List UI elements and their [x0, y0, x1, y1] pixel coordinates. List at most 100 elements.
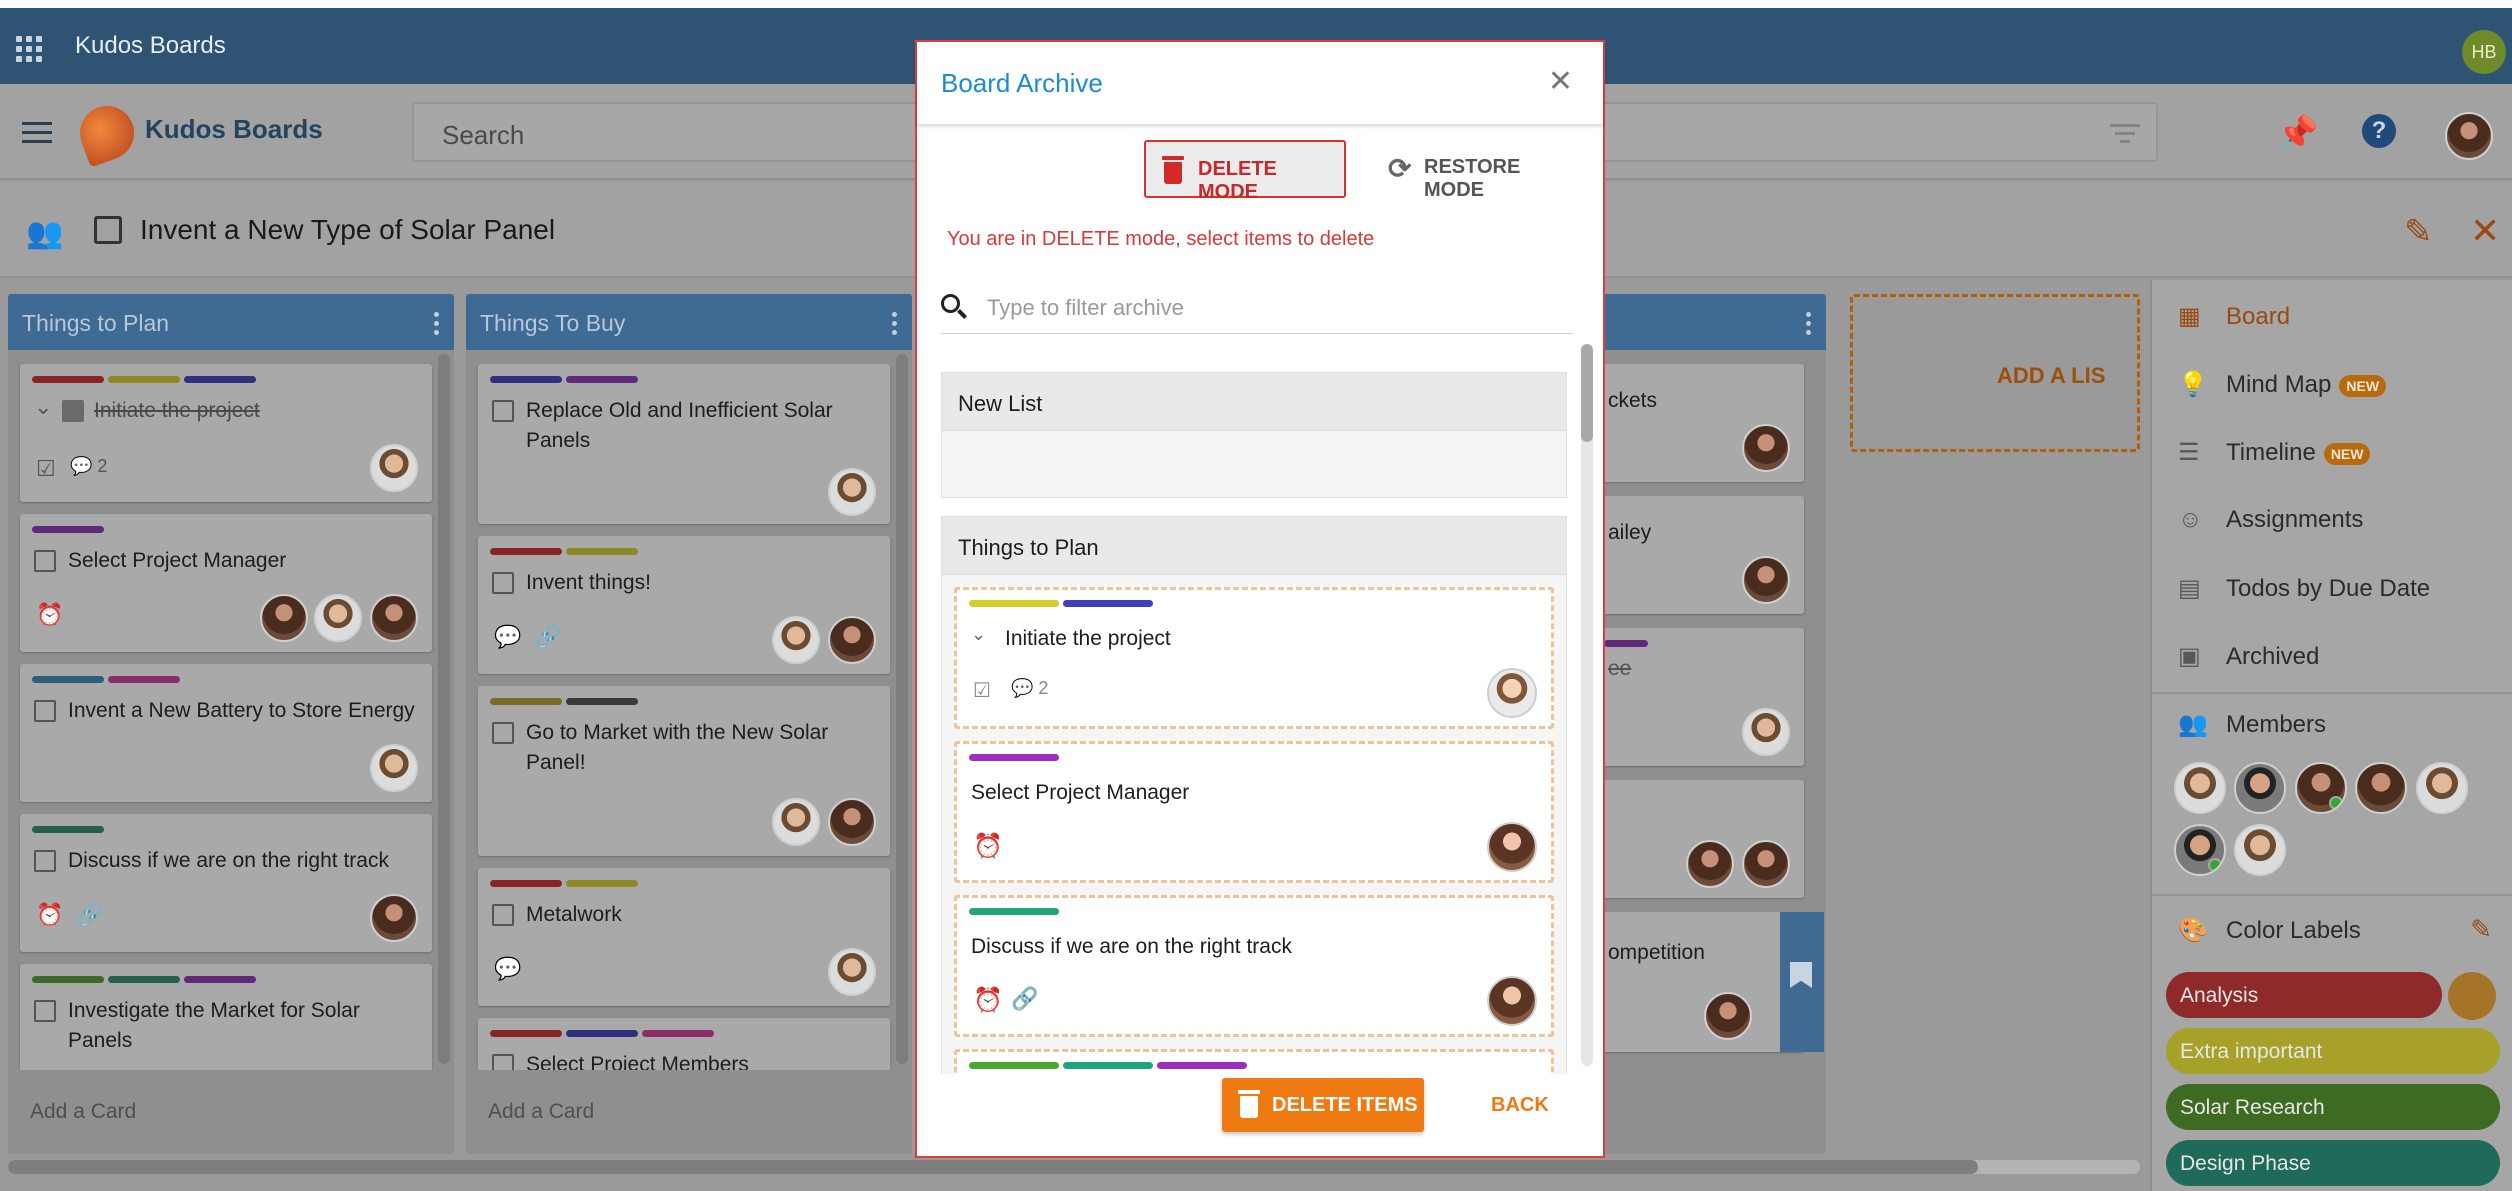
card-checkbox[interactable]	[492, 1054, 514, 1070]
card[interactable]: Select Project Members	[478, 1018, 890, 1070]
card[interactable]: Go to Market with the New Solar Panel!	[478, 686, 890, 856]
scroll-thumb[interactable]	[8, 1160, 1978, 1174]
member-avatar[interactable]	[2174, 824, 2226, 876]
card-title: Metalwork	[526, 903, 622, 926]
card-checkbox[interactable]	[492, 904, 514, 926]
avatar	[260, 594, 308, 642]
archived-card[interactable]: ⌄ Initiate the project ☑ 💬 2	[954, 587, 1554, 729]
edit-labels-icon[interactable]: ✎	[2470, 914, 2492, 945]
filter-icon[interactable]	[2110, 124, 2140, 144]
search-placeholder: Search	[442, 120, 525, 150]
checklist-icon: ☑	[36, 456, 56, 481]
member-avatar[interactable]	[2174, 762, 2226, 814]
archived-list[interactable]: Things to Plan ⌄ Initiate the project ☑ …	[941, 516, 1567, 1074]
back-button[interactable]: BACK	[1491, 1094, 1549, 1117]
my-avatar[interactable]	[2445, 112, 2493, 160]
more-vert-icon[interactable]	[434, 312, 440, 339]
card[interactable]: Replace Old and Inefficient Solar Panels	[478, 364, 890, 524]
card-title: Go to Market with the New Solar Panel!	[526, 721, 829, 774]
sidebar-item-timeline[interactable]: ☰ Timeline NEW	[2178, 438, 2371, 467]
close-icon[interactable]: ✕	[2470, 210, 2500, 252]
archived-card[interactable]: Discuss if we are on the right track ⏰ 🔗	[954, 895, 1554, 1037]
card-checkbox[interactable]	[62, 400, 84, 422]
card-checkbox[interactable]	[34, 1000, 56, 1022]
chevron-down-icon[interactable]: ⌄	[971, 624, 986, 645]
user-avatar-badge[interactable]: HB	[2462, 30, 2506, 74]
card-title: Replace Old and Inefficient Solar Panels	[526, 399, 833, 452]
menu-icon[interactable]	[22, 122, 52, 143]
card-checkbox[interactable]	[34, 550, 56, 572]
member-avatar[interactable]	[2234, 824, 2287, 876]
scroll-thumb[interactable]	[1581, 344, 1593, 442]
people-icon[interactable]: 👥	[26, 216, 63, 251]
color-swatch[interactable]	[2448, 972, 2496, 1020]
restore-mode-button[interactable]: ⟳ RESTORE MODE	[1372, 140, 1592, 201]
list-scrollbar[interactable]	[438, 354, 450, 1064]
card-side-tab[interactable]	[1780, 912, 1824, 1052]
help-icon[interactable]: ?	[2362, 114, 2396, 148]
card[interactable]: Discuss if we are on the right track ⏰ 🔗	[20, 814, 432, 952]
card[interactable]: Investigate the Market for Solar Panels	[20, 964, 432, 1070]
color-label-analysis[interactable]: Analysis	[2166, 972, 2442, 1018]
apps-grid-icon[interactable]	[16, 36, 42, 62]
card-checkbox[interactable]	[34, 700, 56, 722]
board-checkbox[interactable]	[94, 216, 122, 244]
avatar	[1487, 822, 1537, 872]
card-checkbox[interactable]	[492, 400, 514, 422]
board-archive-dialog: Board Archive ✕ DELETE MODE ⟳ RESTORE MO…	[915, 40, 1605, 1158]
card-checkbox[interactable]	[492, 722, 514, 744]
archive-scrollbar[interactable]	[1581, 344, 1593, 1066]
card[interactable]: Metalwork 💬	[478, 868, 890, 1006]
sidebar-item-mind-map[interactable]: 💡 Mind Map NEW	[2178, 370, 2387, 399]
delete-mode-button[interactable]: DELETE MODE	[1144, 140, 1346, 203]
delete-items-button[interactable]: DELETE ITEMS	[1222, 1078, 1424, 1132]
card[interactable]: Select Project Manager ⏰	[20, 514, 432, 652]
comment-count: 💬 2	[70, 456, 108, 476]
list-header[interactable]: Things To Buy	[466, 294, 912, 350]
chevron-down-icon[interactable]: ⌄	[34, 394, 52, 420]
list-scrollbar[interactable]	[896, 354, 908, 1064]
pin-icon[interactable]: 📌	[2276, 114, 2318, 154]
edit-board-icon[interactable]: ✎	[2404, 212, 2433, 252]
online-indicator	[2208, 858, 2222, 872]
filter-archive-input[interactable]	[987, 292, 1547, 324]
color-label-solar-research[interactable]: Solar Research	[2166, 1084, 2500, 1130]
color-label-extra-important[interactable]: Extra important	[2166, 1028, 2500, 1074]
mode-hint: You are in DELETE mode, select items to …	[947, 228, 1375, 250]
member-avatar[interactable]	[2355, 762, 2408, 814]
palette-icon: 🎨	[2178, 917, 2208, 944]
timeline-icon: ☰	[2178, 439, 2200, 466]
card-checkbox[interactable]	[492, 572, 514, 594]
card-title: Select Project Manager	[68, 549, 287, 572]
card[interactable]: ⌄ Initiate the project ☑ 💬 2	[20, 364, 432, 502]
face-icon: ☺	[2178, 506, 2203, 533]
trash-icon	[1162, 156, 1184, 184]
board-icon: ▦	[2178, 303, 2201, 330]
add-list-button[interactable]: ADD A LIS	[1850, 294, 2140, 452]
add-card-link[interactable]: Add a Card	[30, 1100, 136, 1124]
sidebar-item-assignments[interactable]: ☺ Assignments	[2178, 506, 2363, 534]
more-vert-icon[interactable]	[1806, 312, 1812, 339]
member-avatar[interactable]	[2234, 762, 2287, 814]
close-icon[interactable]: ✕	[1548, 64, 1573, 99]
add-card-link[interactable]: Add a Card	[488, 1100, 594, 1124]
avatar	[828, 948, 876, 996]
card-checkbox[interactable]	[34, 850, 56, 872]
member-avatar[interactable]	[2294, 762, 2347, 814]
more-vert-icon[interactable]	[892, 312, 898, 339]
card[interactable]: Invent a New Battery to Store Energy	[20, 664, 432, 802]
card[interactable]: Invent things! 💬 🔗	[478, 536, 890, 674]
color-label-design-phase[interactable]: Design Phase	[2166, 1140, 2500, 1186]
list-things-to-buy: Things To Buy Replace Old and Inefficien…	[466, 294, 912, 1154]
calendar-icon: ▤	[2178, 575, 2201, 602]
archived-card[interactable]: Select Project Manager ⏰	[954, 741, 1554, 883]
list-header[interactable]: Things to Plan	[8, 294, 454, 350]
member-avatar[interactable]	[2415, 762, 2468, 814]
archived-list[interactable]: New List	[941, 372, 1567, 498]
attachment-icon: 🔗	[1011, 986, 1039, 1011]
sidebar-item-todos[interactable]: ▤ Todos by Due Date	[2178, 574, 2430, 603]
sidebar-item-archived[interactable]: ▣ Archived	[2178, 642, 2319, 671]
sidebar-item-board[interactable]: ▦ Board	[2178, 302, 2290, 331]
archived-card[interactable]	[954, 1049, 1554, 1074]
horizontal-scrollbar[interactable]	[8, 1160, 2140, 1174]
